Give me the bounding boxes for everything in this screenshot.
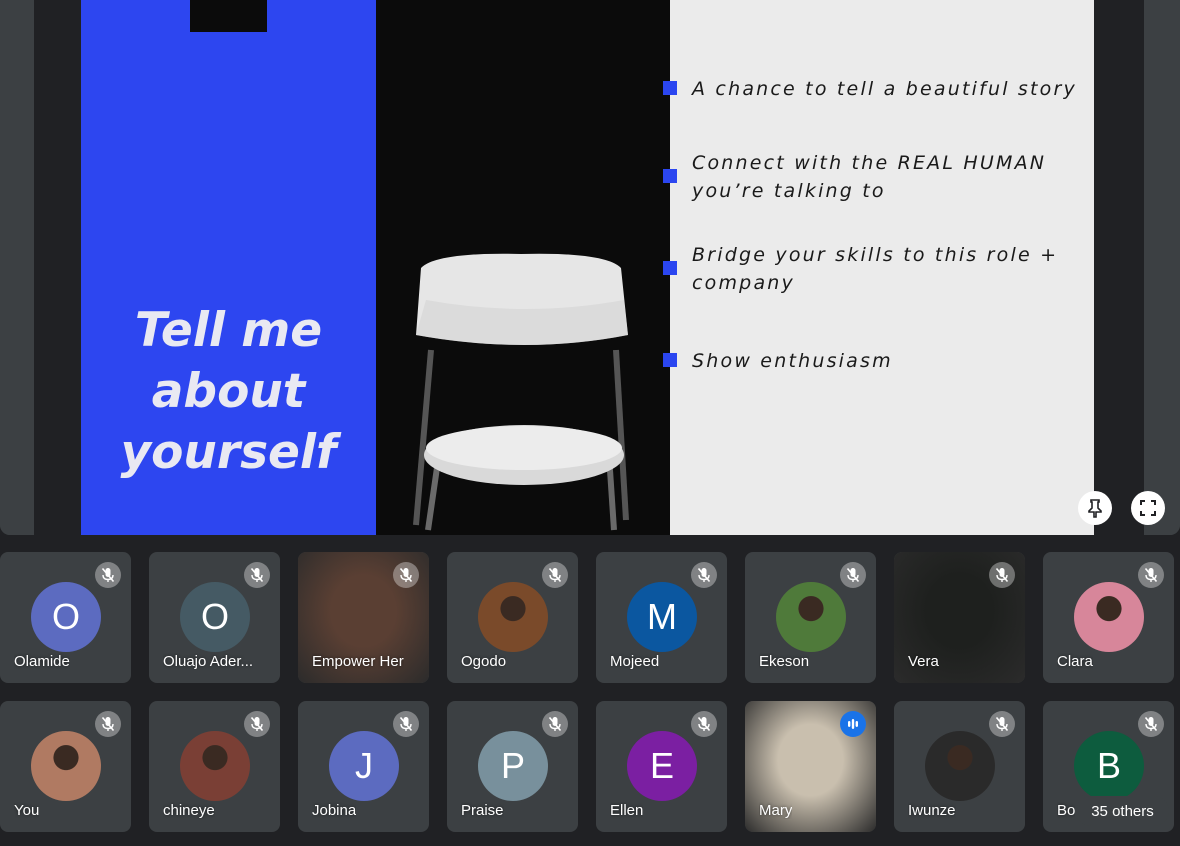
pin-button[interactable] <box>1078 491 1112 525</box>
participant-tile[interactable]: E Ellen <box>596 701 727 832</box>
bullet-marker <box>663 261 677 275</box>
mic-muted-icon <box>95 562 121 588</box>
participant-name: Oluajo Ader... <box>163 653 254 670</box>
bullet-4 <box>663 353 677 367</box>
stage-right-gutter <box>1094 0 1144 535</box>
participant-name: chineye <box>163 802 215 819</box>
participant-name: Empower Her <box>312 653 404 670</box>
participant-tile[interactable]: J Jobina <box>298 701 429 832</box>
bullet-text-2: Connect with the REAL HUMAN you’re talki… <box>692 152 1047 202</box>
participant-name: Bo <box>1057 802 1076 819</box>
participant-name: Ogodo <box>461 653 507 670</box>
participant-tile[interactable]: You <box>0 701 131 832</box>
participant-name: Mary <box>759 802 793 819</box>
bullet-2 <box>663 169 677 183</box>
participant-avatar: P <box>478 731 548 801</box>
bullet-text-3: Bridge your skills to this role + compan… <box>692 244 1059 294</box>
slide-title: Tell me about yourself <box>120 303 337 480</box>
stage-left-edge <box>0 0 34 535</box>
participant-avatar <box>31 731 101 801</box>
participant-tile[interactable]: chineye <box>149 701 280 832</box>
participant-tile[interactable]: Ekeson <box>745 552 876 683</box>
participant-tile[interactable]: P Praise <box>447 701 578 832</box>
participant-avatar <box>180 731 250 801</box>
participant-tile[interactable]: O Olamide <box>0 552 131 683</box>
mic-muted-icon <box>989 711 1015 737</box>
participant-tile[interactable]: M Mojeed <box>596 552 727 683</box>
participant-avatar <box>1074 582 1144 652</box>
mic-muted-icon <box>1138 562 1164 588</box>
slide-decor-tab <box>190 0 267 32</box>
speaking-indicator-icon <box>840 711 866 737</box>
participant-name: Ekeson <box>759 653 810 670</box>
bullet-1 <box>663 81 677 95</box>
fullscreen-button[interactable] <box>1131 491 1165 525</box>
participant-name: Jobina <box>312 802 357 819</box>
stage-left-gutter <box>34 0 81 535</box>
participant-name: Ellen <box>610 802 644 819</box>
mic-muted-icon <box>244 562 270 588</box>
bullet-text-4: Show enthusiasm <box>692 350 893 372</box>
mic-muted-icon <box>95 711 121 737</box>
participant-avatar: J <box>329 731 399 801</box>
mic-muted-icon <box>542 711 568 737</box>
bullet-marker <box>663 81 677 95</box>
participant-name: Praise <box>461 802 504 819</box>
participant-name: Iwunze <box>908 802 956 819</box>
participant-name: Olamide <box>14 653 70 670</box>
participant-tile[interactable]: Clara <box>1043 552 1174 683</box>
participant-avatar: O <box>180 582 250 652</box>
fullscreen-icon <box>1140 500 1156 516</box>
participant-tile[interactable]: Ogodo <box>447 552 578 683</box>
participant-avatar <box>478 582 548 652</box>
mic-muted-icon <box>840 562 866 588</box>
slide-blue-panel: Tell me about yourself <box>81 0 376 535</box>
mic-muted-icon <box>542 562 568 588</box>
bullet-marker <box>663 353 677 367</box>
bullet-3 <box>663 261 677 275</box>
bullet-marker <box>663 169 677 183</box>
participant-tile[interactable]: Vera <box>894 552 1025 683</box>
participant-tile[interactable]: Empower Her <box>298 552 429 683</box>
participant-avatar <box>925 731 995 801</box>
bullet-text-1: A chance to tell a beautiful story <box>692 78 1077 100</box>
participant-tile[interactable]: O Oluajo Ader... <box>149 552 280 683</box>
participant-tile[interactable]: Mary <box>745 701 876 832</box>
participant-avatar: E <box>627 731 697 801</box>
participant-avatar <box>776 582 846 652</box>
participant-tile[interactable]: Iwunze <box>894 701 1025 832</box>
participant-name: Clara <box>1057 653 1093 670</box>
presentation-slide: Tell me about yourself A chance to tell … <box>81 0 1094 535</box>
participant-name: Vera <box>908 653 939 670</box>
participant-avatar: B <box>1074 731 1144 801</box>
mic-muted-icon <box>393 711 419 737</box>
stage-right-edge <box>1144 0 1180 535</box>
others-count-chip[interactable]: 35 others <box>1076 796 1169 826</box>
mic-muted-icon <box>244 711 270 737</box>
participant-avatar: O <box>31 582 101 652</box>
participant-name: Mojeed <box>610 653 660 670</box>
chair-image <box>413 253 629 531</box>
participant-name: You <box>14 802 40 819</box>
participant-avatar: M <box>627 582 697 652</box>
presentation-stage: Tell me about yourself A chance to tell … <box>0 0 1180 535</box>
mic-muted-icon <box>1138 711 1164 737</box>
mic-muted-icon <box>691 711 717 737</box>
slide-chair-panel <box>376 0 670 535</box>
mic-muted-icon <box>393 562 419 588</box>
pin-icon <box>1088 499 1102 518</box>
mic-muted-icon <box>691 562 717 588</box>
slide-bullets-panel: A chance to tell a beautiful story Conne… <box>663 0 1094 535</box>
mic-muted-icon <box>989 562 1015 588</box>
